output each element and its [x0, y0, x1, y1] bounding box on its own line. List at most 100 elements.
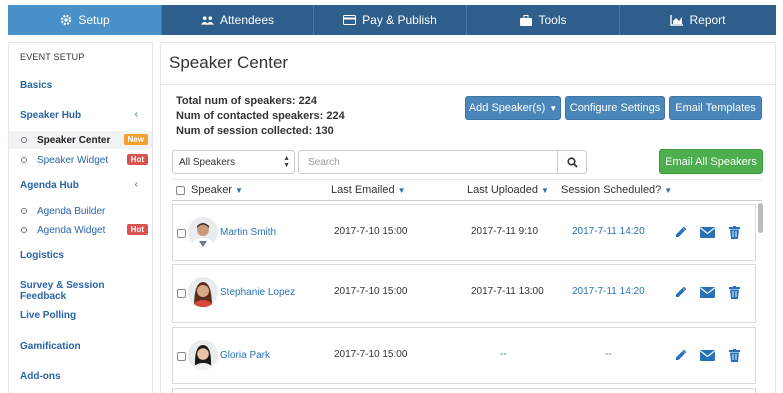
tab-report-label: Report	[689, 13, 726, 27]
tab-setup-label: Setup	[78, 13, 110, 27]
page-title: Speaker Center	[169, 53, 289, 72]
sort-caret-icon: ▼	[397, 186, 406, 195]
add-speaker-label: Add Speaker(s)	[468, 102, 546, 114]
table-row: Martin Smith 2017-7-10 15:00 2017-7-11 9…	[172, 204, 756, 261]
select-all-checkbox[interactable]	[176, 186, 185, 195]
trash-icon[interactable]	[727, 285, 742, 300]
sidebar: EVENT SETUP Basics Speaker Hub ‹ Speaker…	[8, 42, 153, 393]
last-uploaded-value: 2017-7-11 13:00	[471, 286, 544, 297]
table-header: Speaker ▼ Last Emailed ▼ Last Uploaded ▼ Se…	[172, 179, 762, 201]
column-header-label: Session Scheduled?	[561, 184, 662, 196]
tab-attendees-label: Attendees	[219, 13, 275, 27]
last-uploaded-value: 2017-7-11 9:10	[471, 226, 539, 237]
hot-badge: Hot	[126, 224, 148, 235]
scrollbar-thumb[interactable]	[758, 203, 763, 233]
last-emailed-value: 2017-7-10 15:00	[334, 349, 408, 360]
sidebar-item-logistics[interactable]: Logistics	[20, 250, 64, 261]
search-button[interactable]	[557, 150, 587, 174]
column-header-label: Last Emailed	[331, 184, 395, 196]
avatar	[188, 277, 218, 307]
select-arrows-icon: ▲ ▼	[283, 155, 290, 169]
stat-total: Total num of speakers: 224	[176, 95, 318, 107]
gear-icon	[59, 14, 72, 26]
column-header-session-scheduled[interactable]: Session Scheduled? ▼	[561, 184, 672, 196]
mail-icon[interactable]	[700, 285, 715, 300]
configure-settings-button[interactable]: Configure Settings	[565, 96, 665, 120]
sidebar-item-label: Agenda Builder	[37, 205, 106, 217]
sidebar-item-agenda-widget[interactable]: Agenda Widget Hot	[9, 221, 152, 239]
tab-tools[interactable]: Tools	[467, 5, 620, 35]
speaker-name-link[interactable]: Martin Smith	[220, 227, 276, 238]
mail-icon[interactable]	[700, 225, 715, 240]
new-badge: New	[123, 134, 148, 145]
chart-icon	[670, 14, 684, 26]
top-nav: Setup Attendees Pay & Publish Tools Repo…	[8, 5, 776, 35]
column-header-last-uploaded[interactable]: Last Uploaded ▼	[467, 184, 549, 196]
mail-icon[interactable]	[700, 348, 715, 363]
avatar	[188, 217, 218, 247]
speaker-filter-value: All Speakers	[179, 156, 236, 168]
sort-caret-icon: ▼	[234, 186, 243, 195]
stat-sessions: Num of session collected: 130	[176, 125, 334, 137]
speaker-stats: Total num of speakers: 224 Num of contac…	[176, 94, 345, 139]
bullet-icon	[21, 208, 27, 214]
email-all-speakers-button[interactable]: Email All Speakers	[659, 149, 763, 174]
sidebar-item-speaker-widget[interactable]: Speaker Widget Hot	[9, 151, 152, 169]
speaker-name-link[interactable]: Stephanie Lopez	[220, 287, 295, 298]
trash-icon[interactable]	[727, 348, 742, 363]
table-row	[172, 388, 756, 393]
session-scheduled-link[interactable]: 2017-7-11 14:20	[572, 226, 645, 237]
search-input[interactable]: Search	[298, 150, 558, 174]
search-icon	[566, 156, 578, 168]
column-header-speaker[interactable]: Speaker ▼	[191, 184, 243, 196]
row-checkbox[interactable]	[177, 352, 186, 361]
sidebar-item-live-polling[interactable]: Live Polling	[20, 310, 76, 321]
tab-attendees[interactable]: Attendees	[162, 5, 314, 35]
sidebar-item-speaker-hub[interactable]: Speaker Hub	[20, 110, 81, 121]
tab-pay-publish-label: Pay & Publish	[362, 13, 437, 27]
sidebar-item-label: Agenda Widget	[37, 224, 106, 236]
sort-caret-icon: ▼	[664, 186, 673, 195]
sidebar-item-basics[interactable]: Basics	[20, 80, 52, 91]
column-header-label: Speaker	[191, 184, 232, 196]
tab-pay-publish[interactable]: Pay & Publish	[314, 5, 467, 35]
session-scheduled-link[interactable]: --	[605, 349, 612, 360]
bullet-icon	[21, 227, 27, 233]
sidebar-item-agenda-hub[interactable]: Agenda Hub	[20, 180, 79, 191]
column-header-label: Last Uploaded	[467, 184, 538, 196]
sidebar-item-survey[interactable]: Survey & Session Feedback	[20, 280, 152, 302]
tab-report[interactable]: Report	[620, 5, 776, 35]
card-icon	[343, 15, 357, 26]
table-row: Gloria Park 2017-7-10 15:00 -- --	[172, 327, 756, 384]
divider	[161, 84, 775, 85]
add-speaker-button[interactable]: Add Speaker(s) ▼	[465, 96, 561, 120]
speaker-name-link[interactable]: Gloria Park	[220, 350, 270, 361]
sidebar-item-agenda-builder[interactable]: Agenda Builder	[9, 202, 152, 220]
session-scheduled-link[interactable]: 2017-7-11 14:20	[572, 286, 645, 297]
sidebar-item-speaker-center[interactable]: Speaker Center New	[9, 131, 152, 149]
row-checkbox[interactable]	[177, 229, 186, 238]
table-row: Stephanie Lopez 2017-7-10 15:00 2017-7-1…	[172, 264, 756, 323]
dropdown-caret-icon: ▼	[549, 103, 558, 113]
trash-icon[interactable]	[727, 225, 742, 240]
sidebar-item-label: Speaker Center	[37, 134, 111, 146]
sidebar-item-addons[interactable]: Add-ons	[20, 371, 61, 382]
sidebar-item-gamification[interactable]: Gamification	[20, 341, 81, 352]
tab-setup[interactable]: Setup	[8, 5, 162, 35]
edit-icon[interactable]	[673, 225, 688, 240]
sidebar-section-title: EVENT SETUP	[20, 52, 85, 62]
edit-icon[interactable]	[673, 285, 688, 300]
last-uploaded-value: --	[500, 349, 507, 360]
speaker-filter-select[interactable]: All Speakers ▲ ▼	[172, 150, 295, 174]
row-checkbox[interactable]	[177, 289, 186, 298]
collapse-caret-icon[interactable]: ‹	[135, 179, 138, 190]
edit-icon[interactable]	[673, 348, 688, 363]
bullet-icon	[21, 137, 27, 143]
sidebar-item-label: Speaker Widget	[37, 154, 109, 166]
email-templates-button[interactable]: Email Templates	[669, 96, 762, 120]
main-panel: Speaker Center Total num of speakers: 22…	[160, 42, 776, 393]
column-header-last-emailed[interactable]: Last Emailed ▼	[331, 184, 406, 196]
last-emailed-value: 2017-7-10 15:00	[334, 286, 408, 297]
collapse-caret-icon[interactable]: ‹	[135, 109, 138, 120]
app-root: Setup Attendees Pay & Publish Tools Repo…	[0, 0, 783, 393]
